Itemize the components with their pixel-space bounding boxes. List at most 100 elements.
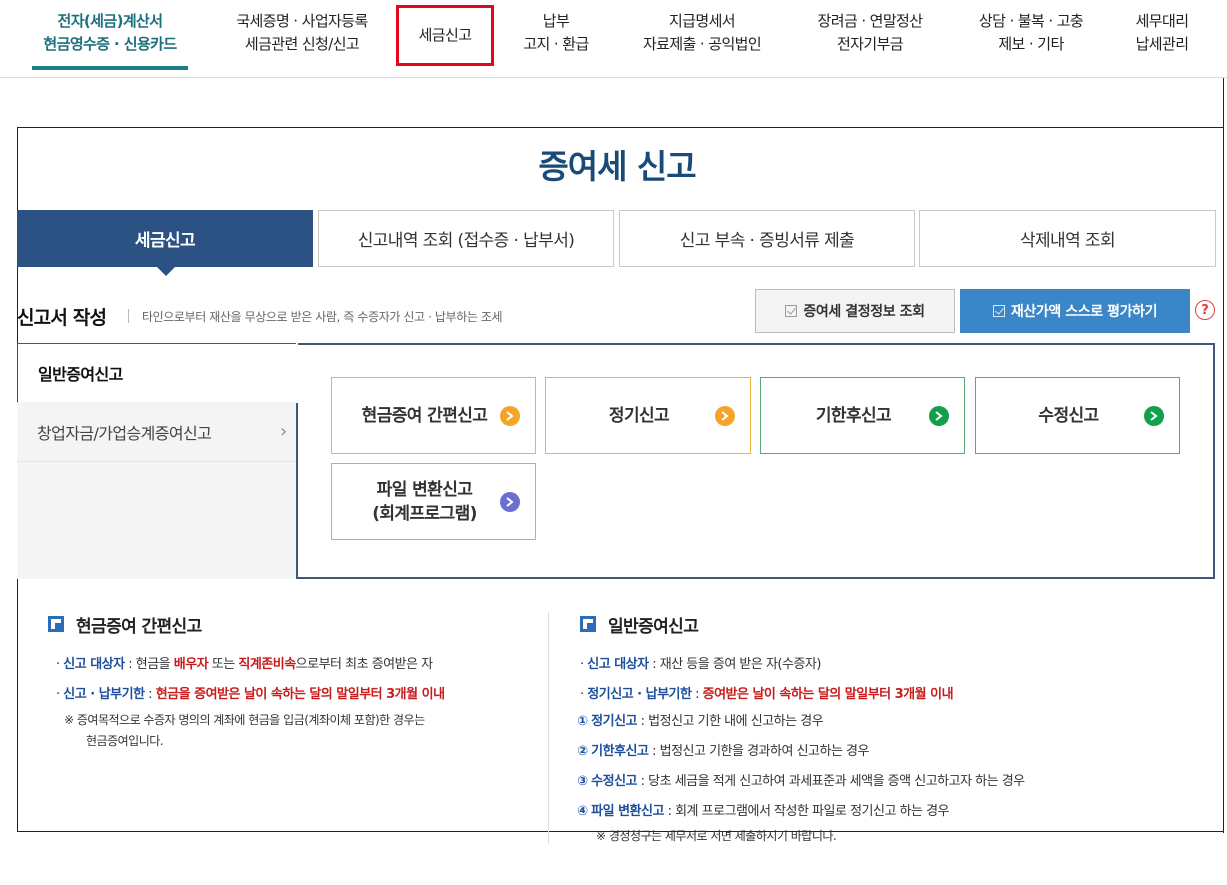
nav-label: 고지 · 환급 bbox=[523, 35, 589, 53]
chevron-right-icon: › bbox=[280, 421, 287, 442]
text: : 현금을 bbox=[124, 657, 174, 672]
nav-label: 납부 bbox=[542, 12, 570, 30]
bullet: · bbox=[580, 657, 584, 672]
arrow-right-icon bbox=[1144, 405, 1164, 426]
info-line: · 신고 · 납부기한 : 현금을 증여받은 날이 속하는 달의 말일부터 3개… bbox=[56, 683, 445, 702]
info-line: · 신고 대상자 : 재산 등을 증여 받은 자(수증자) bbox=[580, 653, 821, 672]
text: : 법정신고 기한 내에 신고하는 경우 bbox=[637, 714, 824, 729]
tab-deleted-history[interactable]: 삭제내역 조회 bbox=[919, 210, 1216, 267]
card-label: 수정신고 bbox=[1038, 405, 1099, 426]
nav-label: 전자(세금)계산서 bbox=[57, 12, 164, 30]
arrow-right-icon bbox=[500, 405, 520, 426]
card-label: (회계프로그램) bbox=[372, 503, 477, 524]
item-number: ② bbox=[577, 744, 588, 759]
frame-right-line bbox=[1223, 78, 1224, 833]
nav-item-incentive[interactable]: 장려금 · 연말정산 전자기부금 bbox=[802, 10, 938, 70]
info-item: ③ 수정신고 : 당초 세금을 적게 신고하여 과세표준과 세액을 증액 신고하… bbox=[577, 770, 1025, 789]
label-text: 수정신고 bbox=[591, 774, 637, 789]
nav-label: 지급명세서 bbox=[668, 12, 736, 30]
side-menu-background bbox=[17, 462, 297, 579]
bullet: · bbox=[580, 687, 584, 702]
card-label: 정기신고 bbox=[608, 405, 670, 426]
gift-tax-decision-button[interactable]: 증여세 결정정보 조회 bbox=[755, 289, 955, 333]
highlight-text: 직계존비속 bbox=[238, 657, 296, 672]
info-heading: 현금증여 간편신고 bbox=[48, 612, 202, 637]
tab-tax-filing[interactable]: 세금신고 bbox=[17, 210, 313, 267]
self-evaluate-property-button[interactable]: 재산가액 스스로 평가하기 bbox=[960, 289, 1190, 333]
card-cash-gift-simple[interactable]: 현금증여 간편신고 bbox=[331, 377, 536, 454]
label-text: 신고 대상자 bbox=[63, 657, 125, 672]
arrow-right-icon bbox=[715, 405, 735, 426]
help-icon[interactable]: ? bbox=[1195, 300, 1215, 320]
highlight-text: 현금을 증여받은 날이 속하는 달의 말일부터 3개월 이내 bbox=[155, 687, 445, 702]
checkbox-icon bbox=[992, 305, 1005, 317]
bullet: · bbox=[56, 687, 60, 702]
card-label: 기한후신고 bbox=[815, 405, 892, 426]
card-label: 현금증여 간편신고 bbox=[361, 405, 488, 426]
label-text: 신고 대상자 bbox=[587, 657, 649, 672]
highlight-text: 증여받은 날이 속하는 달의 말일부터 3개월 이내 bbox=[702, 687, 954, 702]
panel-joint bbox=[296, 343, 298, 403]
card-regular-filing[interactable]: 정기신고 bbox=[545, 377, 751, 454]
nav-label: 납세관리 bbox=[1135, 35, 1189, 53]
checkbox-icon bbox=[785, 305, 798, 317]
side-item-general-gift[interactable]: 일반증여신고 bbox=[17, 344, 297, 401]
info-line: · 정기신고 · 납부기한 : 증여받은 날이 속하는 달의 말일부터 3개월 … bbox=[580, 683, 954, 702]
label-text: 신고 · 납부기한 bbox=[63, 687, 145, 702]
top-navigation: 전자(세금)계산서 현금영수증 · 신용카드 국세증명 · 사업자등록 세금관련… bbox=[0, 0, 1227, 78]
nav-label: 자료제출 · 공익법인 bbox=[642, 35, 762, 53]
nav-item-tax-agent[interactable]: 세무대리 납세관리 bbox=[1120, 10, 1204, 70]
card-file-conversion[interactable]: 파일 변환신고 (회계프로그램) bbox=[331, 463, 536, 540]
page-title: 증여세 신고 bbox=[538, 147, 696, 186]
text: : bbox=[144, 687, 156, 702]
column-divider bbox=[548, 612, 549, 844]
card-late-filing[interactable]: 기한후신고 bbox=[760, 377, 965, 454]
nav-label: 세금신고 bbox=[418, 26, 472, 44]
nav-item-payment[interactable]: 납부 고지 · 환급 bbox=[512, 10, 600, 70]
tab-attachments[interactable]: 신고 부속 · 증빙서류 제출 bbox=[619, 210, 915, 267]
info-line: · 신고 대상자 : 현금을 배우자 또는 직계존비속으로부터 최초 증여받은 … bbox=[56, 653, 433, 672]
nav-item-payment-statement[interactable]: 지급명세서 자료제출 · 공익법인 bbox=[628, 10, 776, 70]
info-cash-gift: 현금증여 간편신고 bbox=[48, 612, 202, 637]
square-bullet-icon bbox=[580, 616, 596, 632]
square-bullet-icon bbox=[48, 616, 64, 632]
arrow-right-icon bbox=[500, 491, 520, 512]
nav-label: 상담 · 불복 · 고충 bbox=[978, 12, 1084, 30]
info-note: 현금증여입니다. bbox=[86, 734, 164, 748]
info-note: ※ 경정청구는 세무서로 서면 제출하시기 바랍니다. bbox=[596, 829, 837, 843]
label-text: 파일 변환신고 bbox=[591, 804, 664, 819]
nav-item-e-invoice[interactable]: 전자(세금)계산서 현금영수증 · 신용카드 bbox=[32, 10, 188, 70]
tab-filing-history[interactable]: 신고내역 조회 (접수증 · 납부서) bbox=[318, 210, 614, 267]
text: 으로부터 최초 증여받은 자 bbox=[295, 657, 433, 672]
side-item-startup-gift[interactable]: 창업자금/가업승계증여신고 › bbox=[17, 402, 297, 462]
info-item: ② 기한후신고 : 법정신고 기한을 경과하여 신고하는 경우 bbox=[577, 740, 869, 759]
text: : 법정신고 기한을 경과하여 신고하는 경우 bbox=[648, 744, 869, 759]
nav-label: 제보 · 기타 bbox=[998, 35, 1064, 53]
frame-top-line bbox=[17, 127, 1224, 128]
nav-label: 세금관련 신청/신고 bbox=[244, 35, 360, 53]
card-amended-filing[interactable]: 수정신고 bbox=[975, 377, 1180, 454]
section-title: 신고서 작성 bbox=[17, 307, 107, 329]
info-note: ※ 증여목적으로 수증자 명의의 계좌에 현금을 입금(계좌이체 포함)한 경우… bbox=[64, 713, 425, 727]
button-label: 증여세 결정정보 조회 bbox=[803, 304, 925, 320]
info-title: 일반증여신고 bbox=[608, 616, 699, 637]
text: : 회계 프로그램에서 작성한 파일로 정기신고 하는 경우 bbox=[663, 804, 950, 819]
text: : bbox=[691, 687, 703, 702]
card-label: 파일 변환신고 bbox=[376, 479, 473, 500]
item-number: ③ bbox=[577, 774, 588, 789]
info-title: 현금증여 간편신고 bbox=[76, 616, 202, 637]
panel-left-border bbox=[296, 401, 298, 579]
text: : 재산 등을 증여 받은 자(수증자) bbox=[648, 657, 821, 672]
highlight-text: 배우자 bbox=[173, 657, 209, 672]
label-text: 기한후신고 bbox=[591, 744, 649, 759]
info-general-gift: 일반증여신고 bbox=[580, 612, 699, 637]
label-text: 정기신고 · 납부기한 bbox=[587, 687, 692, 702]
section-divider bbox=[128, 309, 129, 323]
nav-item-certificates[interactable]: 국세증명 · 사업자등록 세금관련 신청/신고 bbox=[222, 10, 382, 70]
nav-item-consultation[interactable]: 상담 · 불복 · 고충 제보 · 기타 bbox=[962, 10, 1100, 70]
side-item-label: 창업자금/가업승계증여신고 bbox=[37, 423, 212, 443]
nav-item-tax-filing[interactable]: 세금신고 bbox=[396, 5, 494, 66]
section-description: 타인으로부터 재산을 무상으로 받은 사람, 즉 수증자가 신고 · 납부하는 … bbox=[142, 310, 503, 324]
nav-label: 세무대리 bbox=[1135, 12, 1189, 30]
text: 또는 bbox=[208, 657, 239, 672]
